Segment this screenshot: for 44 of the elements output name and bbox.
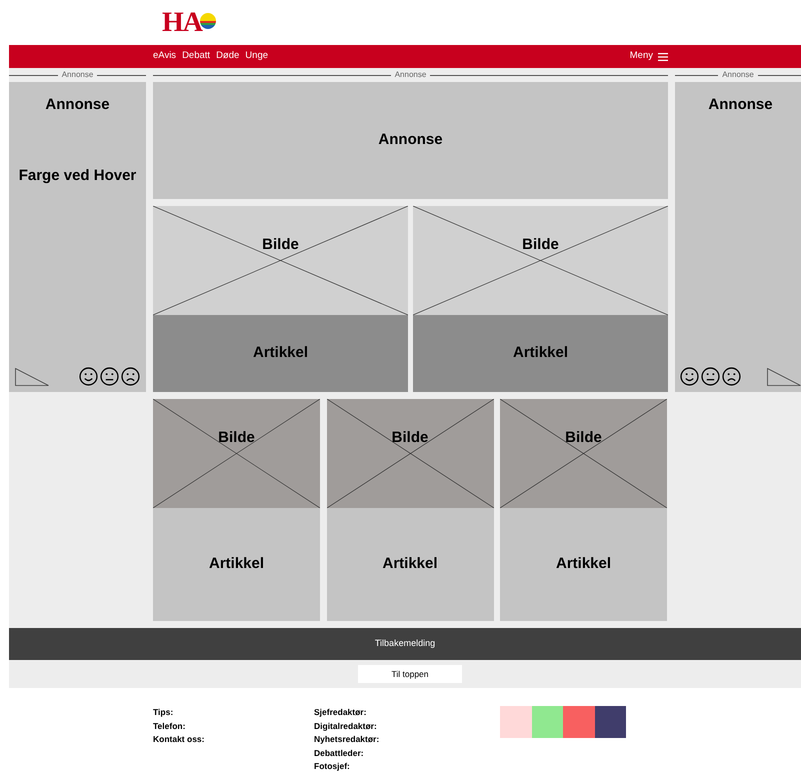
smiley-icon[interactable] [680, 367, 699, 386]
ad-panel[interactable]: Annonse [153, 82, 668, 199]
triangle-icon [15, 368, 49, 386]
article-block[interactable]: Artikkel [153, 508, 320, 621]
article-block[interactable]: Artikkel [413, 315, 668, 392]
ad-title: Annonse [45, 95, 110, 115]
ad-title: Annonse [708, 95, 773, 115]
neutral-face-icon[interactable] [100, 367, 119, 386]
feedback-bar[interactable]: Tilbakemelding [9, 628, 801, 660]
menu-button[interactable]: Meny [630, 49, 668, 64]
sad-face-icon[interactable] [722, 367, 741, 386]
hover-text: Farge ved Hover [18, 166, 136, 186]
contact-label: Tips: [153, 706, 174, 719]
smiley-icon[interactable] [79, 367, 98, 386]
to-top-button[interactable]: Til toppen [358, 665, 462, 683]
ad-label: Annonse [62, 71, 94, 79]
nav-link[interactable]: eAvis [153, 49, 176, 64]
nav-link[interactable]: Debatt [182, 49, 210, 64]
editor-label: Fotosjef: [314, 760, 351, 773]
article-block[interactable]: Artikkel [326, 508, 494, 621]
ad-label: Annonse [722, 71, 754, 79]
article-block[interactable]: Artikkel [153, 315, 408, 392]
image-label: Bilde [522, 235, 559, 256]
triangle-icon [767, 368, 801, 386]
image-label: Bilde [218, 428, 255, 448]
sad-face-icon[interactable] [121, 367, 140, 386]
logo[interactable]: HA [162, 10, 216, 36]
neutral-face-icon[interactable] [701, 367, 720, 386]
contact-label: Kontakt oss: [153, 733, 206, 746]
image-label: Bilde [392, 428, 428, 448]
menu-icon [658, 52, 668, 60]
editor-label: Debattleder: [314, 746, 365, 760]
ad-panel[interactable]: Annonse [675, 82, 801, 392]
image-label: Bilde [262, 235, 299, 256]
editor-label: Nyhetsredaktør: [314, 733, 380, 746]
article-block[interactable]: Artikkel [500, 508, 667, 621]
ad-label: Annonse [394, 71, 426, 79]
nav-link[interactable]: Døde [216, 49, 240, 64]
ad-panel[interactable]: Annonse Farge ved Hover [9, 82, 146, 392]
image-label: Bilde [565, 428, 602, 448]
editor-label: Digitalredaktør: [314, 720, 378, 733]
nav-link[interactable]: Unge [245, 49, 268, 64]
contact-label: Telefon: [153, 720, 186, 732]
editor-label: Sjefredaktør: [314, 706, 368, 719]
